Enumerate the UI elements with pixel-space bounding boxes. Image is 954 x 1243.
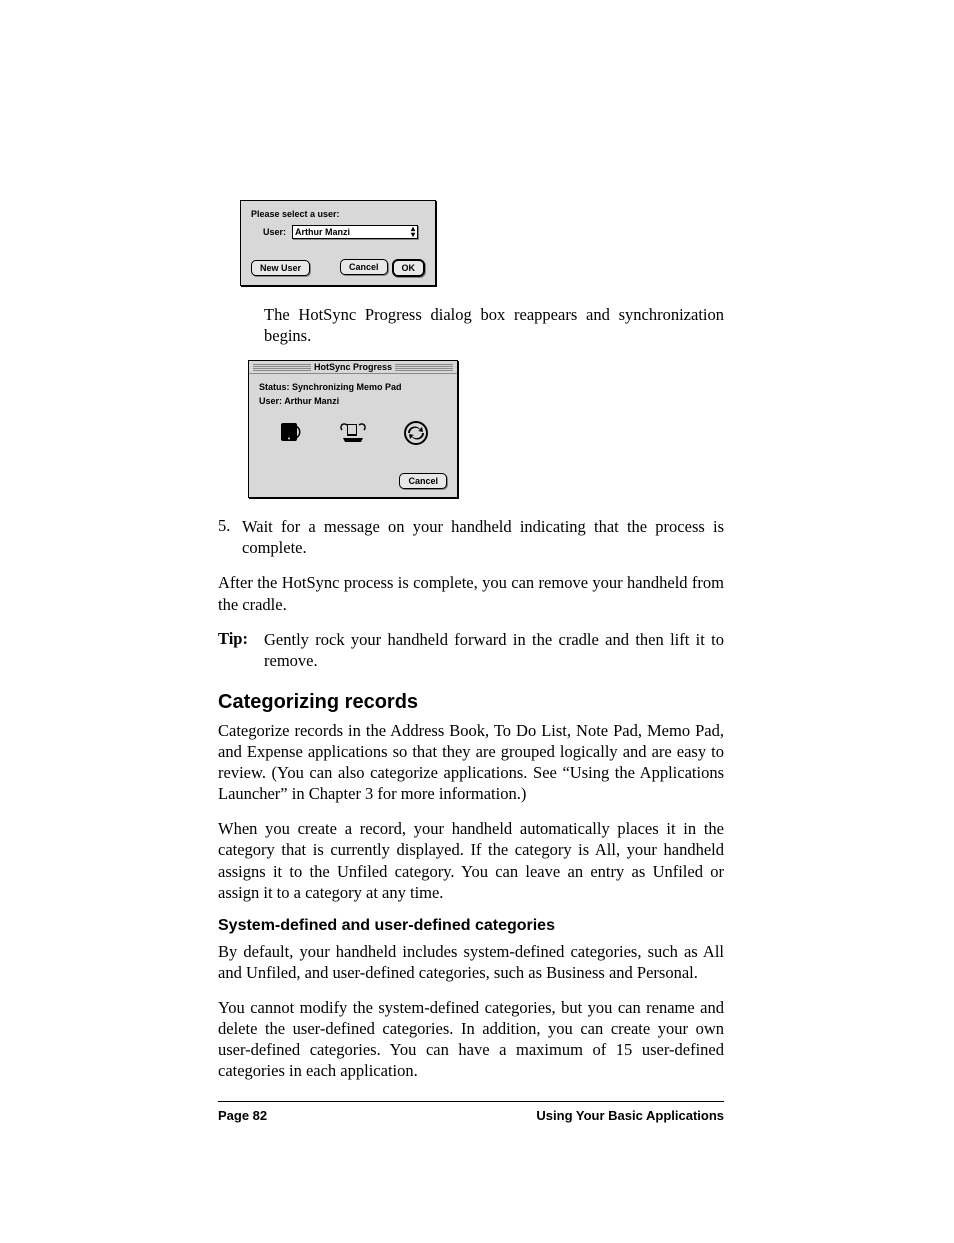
progress-title: HotSync Progress bbox=[249, 361, 457, 374]
page-footer: Page 82 Using Your Basic Applications bbox=[218, 1101, 724, 1123]
step-text: Wait for a message on your handheld indi… bbox=[242, 516, 724, 558]
paragraph-hotsync-reappears: The HotSync Progress dialog box reappear… bbox=[264, 304, 724, 346]
heading-system-user-categories: System-defined and user-defined categori… bbox=[218, 917, 724, 935]
cancel-button[interactable]: Cancel bbox=[340, 259, 388, 275]
sys-paragraph-1: By default, your handheld includes syste… bbox=[218, 941, 724, 983]
tip-label: Tip: bbox=[218, 629, 264, 671]
updown-icon: ▴▾ bbox=[411, 226, 415, 238]
user-select-prompt: Please select a user: bbox=[251, 209, 425, 219]
step-5: 5. Wait for a message on your handheld i… bbox=[218, 516, 724, 558]
user-dropdown[interactable]: Arthur Manzi ▴▾ bbox=[292, 225, 418, 239]
hotsync-icon bbox=[403, 420, 429, 446]
handheld-icon bbox=[277, 420, 303, 446]
footer-page-number: Page 82 bbox=[218, 1108, 267, 1123]
sys-paragraph-2: You cannot modify the system-defined cat… bbox=[218, 997, 724, 1081]
categorizing-paragraph-1: Categorize records in the Address Book, … bbox=[218, 720, 724, 804]
paragraph-after-process: After the HotSync process is complete, y… bbox=[218, 572, 724, 614]
user-dropdown-value: Arthur Manzi bbox=[295, 227, 350, 237]
cradle-icon bbox=[339, 420, 367, 446]
tip-text: Gently rock your handheld forward in the… bbox=[264, 629, 724, 671]
step-number: 5. bbox=[218, 516, 242, 558]
categorizing-paragraph-2: When you create a record, your handheld … bbox=[218, 818, 724, 902]
progress-user: User: Arthur Manzi bbox=[259, 396, 447, 406]
progress-status: Status: Synchronizing Memo Pad bbox=[259, 382, 447, 392]
hotsync-progress-dialog: HotSync Progress Status: Synchronizing M… bbox=[248, 360, 458, 498]
user-label: User: bbox=[263, 227, 286, 237]
progress-cancel-button[interactable]: Cancel bbox=[399, 473, 447, 489]
user-select-dialog: Please select a user: User: Arthur Manzi… bbox=[240, 200, 436, 286]
new-user-button[interactable]: New User bbox=[251, 260, 310, 276]
heading-categorizing-records: Categorizing records bbox=[218, 691, 724, 714]
tip-block: Tip: Gently rock your handheld forward i… bbox=[218, 629, 724, 671]
ok-button[interactable]: OK bbox=[392, 259, 426, 277]
footer-section-title: Using Your Basic Applications bbox=[536, 1108, 724, 1123]
